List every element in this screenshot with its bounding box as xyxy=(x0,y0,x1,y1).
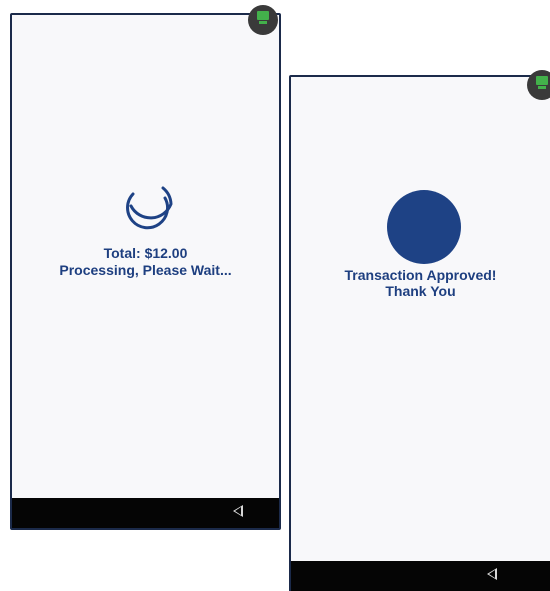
processing-message: Processing, Please Wait... xyxy=(59,262,232,278)
terminal-base-icon xyxy=(538,86,546,89)
approved-message: Transaction Approved! xyxy=(344,267,497,283)
terminal-screen-icon xyxy=(257,11,269,20)
android-nav-bar xyxy=(291,561,550,591)
terminal-badge-icon[interactable] xyxy=(527,70,550,100)
comparison-stage: Total: $12.00 Processing, Please Wait...… xyxy=(0,0,550,591)
approved-screen: Transaction Approved! Thank You xyxy=(291,77,550,561)
terminal-badge-icon[interactable] xyxy=(248,5,278,35)
processing-device: Total: $12.00 Processing, Please Wait... xyxy=(10,13,281,530)
thank-you-message: Thank You xyxy=(385,283,456,299)
approved-device: Transaction Approved! Thank You xyxy=(289,75,550,591)
terminal-base-icon xyxy=(259,21,267,24)
loading-spinner-icon xyxy=(126,186,173,230)
terminal-screen-icon xyxy=(536,76,548,85)
approved-circle-icon xyxy=(387,190,461,264)
android-nav-bar xyxy=(12,498,279,528)
processing-screen: Total: $12.00 Processing, Please Wait... xyxy=(12,15,279,498)
total-amount: Total: $12.00 xyxy=(103,245,188,261)
back-triangle-icon[interactable] xyxy=(233,505,243,517)
back-triangle-icon[interactable] xyxy=(487,568,497,580)
